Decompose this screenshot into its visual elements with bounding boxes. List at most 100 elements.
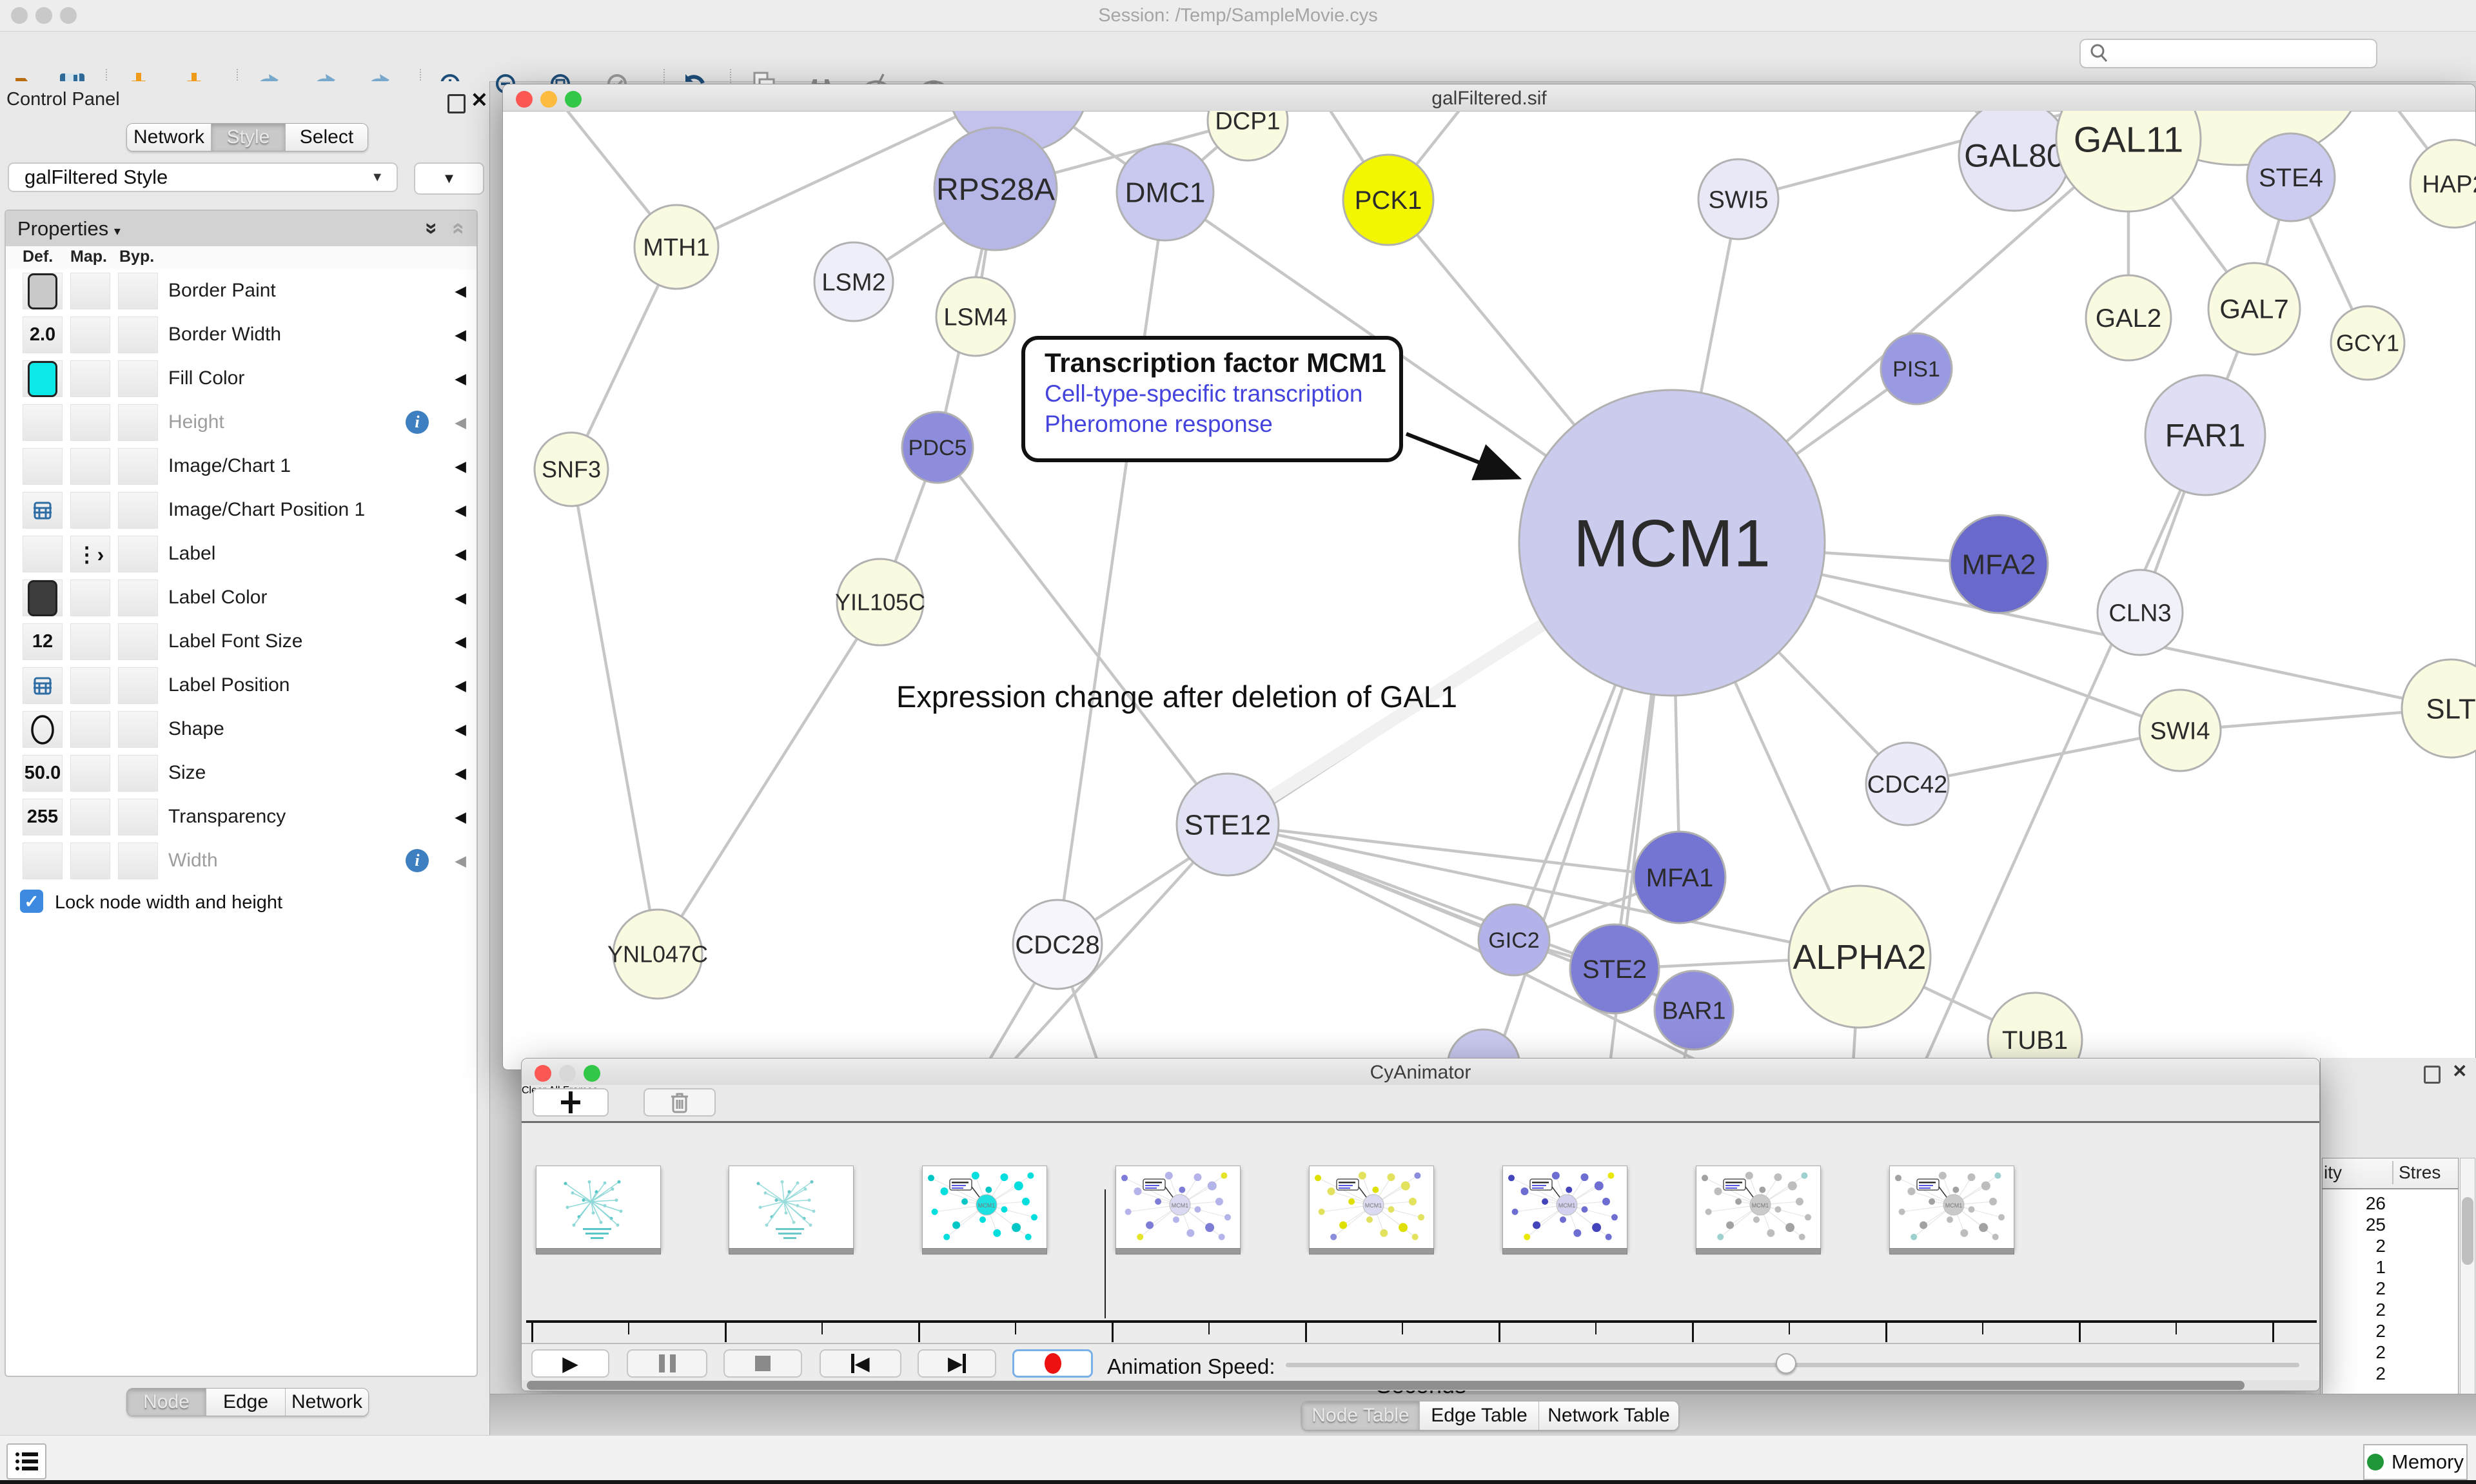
- float-panel-icon[interactable]: [2424, 1066, 2441, 1084]
- node-PCK1[interactable]: PCK1: [1343, 155, 1433, 245]
- show-panels-button[interactable]: [6, 1443, 46, 1479]
- node-CLN3[interactable]: CLN3: [2098, 570, 2183, 655]
- property-row-label-font-size[interactable]: 12Label Font Size◀: [6, 620, 477, 665]
- expand-property-icon[interactable]: ◀: [455, 458, 466, 475]
- expand-property-icon[interactable]: ◀: [455, 677, 466, 694]
- cyanimator-scrollbar[interactable]: [522, 1380, 2319, 1391]
- expand-all-icon[interactable]: »: [419, 222, 444, 235]
- timeline-playhead[interactable]: [1105, 1189, 1106, 1318]
- node-MFA2[interactable]: MFA2: [1950, 515, 2048, 613]
- cyanimator-titlebar[interactable]: CyAnimator: [522, 1059, 2319, 1086]
- mapping-cell[interactable]: [70, 317, 110, 353]
- node-GCY1[interactable]: GCY1: [2331, 306, 2404, 380]
- property-row-label[interactable]: ⋮›Label◀: [6, 532, 477, 577]
- property-row-shape[interactable]: Shape◀: [6, 708, 477, 752]
- network-window-titlebar[interactable]: galFiltered.sif: [503, 84, 2475, 112]
- scrollbar-thumb[interactable]: [527, 1381, 2245, 1390]
- default-cell[interactable]: [23, 667, 63, 704]
- node-YIL105C[interactable]: YIL105C: [835, 559, 925, 645]
- frame-thumbnail-0[interactable]: [536, 1166, 661, 1249]
- expand-property-icon[interactable]: ◀: [455, 721, 466, 738]
- edge[interactable]: [1057, 192, 1165, 944]
- lock-size-checkbox[interactable]: ✓: [20, 890, 43, 913]
- bypass-cell[interactable]: [118, 711, 158, 748]
- frame-thumbnail-5[interactable]: MCM1: [1502, 1166, 1627, 1249]
- node-GAL2[interactable]: GAL2: [2086, 275, 2171, 360]
- node-RPS28A[interactable]: RPS28A: [934, 128, 1057, 250]
- close-panel-icon[interactable]: ✕: [471, 88, 488, 112]
- default-cell[interactable]: 50.0: [23, 755, 63, 792]
- frame-thumbnail-4[interactable]: MCM1: [1309, 1166, 1434, 1249]
- tab-network-table[interactable]: Network Table: [1539, 1401, 1678, 1430]
- node-YNL047C[interactable]: YNL047C: [607, 910, 708, 999]
- frame-thumbnail-7[interactable]: MCM1: [1889, 1166, 2014, 1249]
- expand-property-icon[interactable]: ◀: [455, 633, 466, 650]
- bypass-cell[interactable]: [118, 799, 158, 835]
- mapping-cell[interactable]: ⋮›: [70, 536, 110, 572]
- tab-style[interactable]: Style: [211, 124, 286, 151]
- node-MCM1[interactable]: MCM1: [1519, 390, 1825, 696]
- add-frame-button[interactable]: [533, 1088, 609, 1117]
- bypass-cell[interactable]: [118, 536, 158, 572]
- stop-button[interactable]: [723, 1349, 802, 1378]
- node-STE4[interactable]: STE4: [2247, 133, 2335, 221]
- node-MFA1[interactable]: MFA1: [1634, 832, 1725, 923]
- skip-to-end-button[interactable]: ▶: [918, 1349, 996, 1378]
- tab-network[interactable]: Network: [286, 1389, 368, 1416]
- memory-button[interactable]: Memory: [2363, 1444, 2468, 1480]
- scrollbar-thumb[interactable]: [2462, 1197, 2473, 1265]
- info-icon[interactable]: i: [406, 411, 429, 434]
- node-SWI5[interactable]: SWI5: [1698, 159, 1778, 239]
- record-button[interactable]: [1012, 1349, 1093, 1378]
- expand-property-icon[interactable]: ◀: [455, 852, 466, 870]
- frame-thumbnail-2[interactable]: MCM1: [922, 1166, 1047, 1249]
- cyanimator-timeline[interactable]: 0123456789 MCM1MCM1MCM1MCM1MCM1MCM1 Seco…: [522, 1123, 2319, 1343]
- mapping-cell[interactable]: [70, 711, 110, 748]
- tab-edge-table[interactable]: Edge Table: [1420, 1401, 1539, 1430]
- property-row-label-position[interactable]: Label Position◀: [6, 664, 477, 708]
- style-options-button[interactable]: ▼: [414, 162, 484, 195]
- property-row-fill-color[interactable]: Fill Color◀: [6, 357, 477, 402]
- info-icon[interactable]: i: [406, 849, 429, 872]
- node-SNF3[interactable]: SNF3: [535, 433, 608, 506]
- node-STE2[interactable]: STE2: [1570, 924, 1659, 1013]
- node-CDC28[interactable]: CDC28: [1013, 900, 1102, 989]
- edge[interactable]: [571, 469, 658, 954]
- edge[interactable]: [658, 602, 880, 954]
- mapping-cell[interactable]: [70, 799, 110, 835]
- bypass-cell[interactable]: [118, 667, 158, 704]
- node-GAL11[interactable]: GAL11: [2056, 111, 2201, 211]
- bypass-cell[interactable]: [118, 755, 158, 792]
- delete-frame-button[interactable]: [644, 1088, 716, 1117]
- skip-to-start-button[interactable]: ◀: [820, 1349, 901, 1378]
- node-STE12[interactable]: STE12: [1177, 774, 1279, 875]
- bypass-cell[interactable]: [118, 317, 158, 353]
- default-cell[interactable]: [23, 843, 63, 879]
- node-GIC2[interactable]: GIC2: [1479, 904, 1549, 975]
- expand-property-icon[interactable]: ◀: [455, 370, 466, 387]
- slider-thumb[interactable]: [1776, 1353, 1796, 1374]
- mapping-cell[interactable]: [70, 667, 110, 704]
- expand-property-icon[interactable]: ◀: [455, 808, 466, 826]
- bypass-cell[interactable]: [118, 404, 158, 441]
- play-button[interactable]: ▶: [531, 1349, 609, 1378]
- node-MTH1[interactable]: MTH1: [634, 205, 718, 289]
- frame-thumbnail-3[interactable]: MCM1: [1115, 1166, 1241, 1249]
- default-cell[interactable]: [23, 711, 63, 748]
- default-cell[interactable]: [23, 360, 63, 397]
- expand-property-icon[interactable]: ◀: [455, 765, 466, 782]
- properties-header[interactable]: Properties ▾ » «: [6, 211, 477, 247]
- expand-property-icon[interactable]: ◀: [455, 414, 466, 431]
- default-cell[interactable]: [23, 580, 63, 616]
- frame-thumbnail-1[interactable]: [729, 1166, 854, 1249]
- bypass-cell[interactable]: [118, 843, 158, 879]
- default-cell[interactable]: 255: [23, 799, 63, 835]
- annotation-box[interactable]: Transcription factor MCM1 Cell-type-spec…: [1021, 336, 1403, 462]
- property-row-image-chart-1[interactable]: Image/Chart 1◀: [6, 445, 477, 489]
- node-HAP2[interactable]: HAP2: [2410, 140, 2476, 228]
- property-row-transparency[interactable]: 255Transparency◀: [6, 796, 477, 840]
- node-LSM2[interactable]: LSM2: [814, 242, 893, 321]
- mapping-cell[interactable]: [70, 623, 110, 660]
- pause-button[interactable]: [627, 1349, 707, 1378]
- mapping-cell[interactable]: [70, 404, 110, 441]
